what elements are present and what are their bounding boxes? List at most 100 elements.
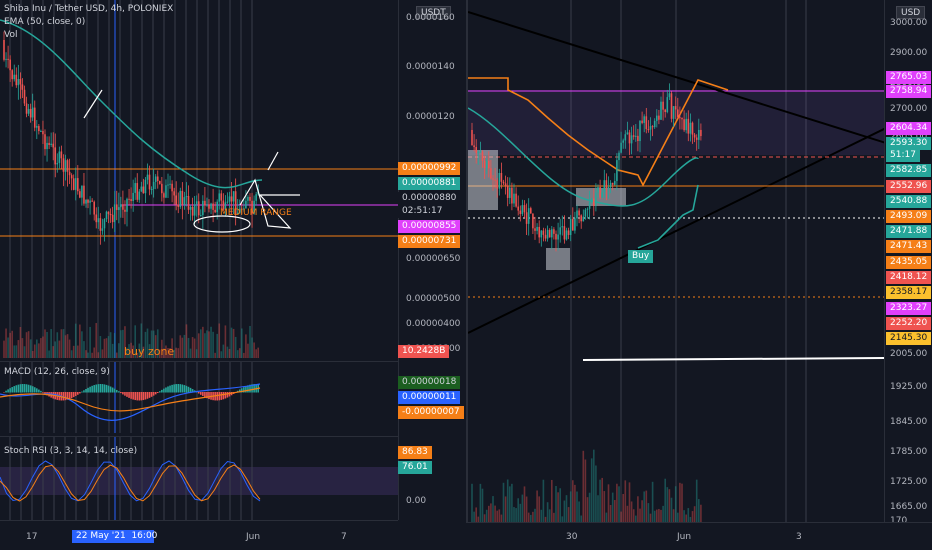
right-price-tag-15[interactable]: 2252.20 <box>886 317 932 330</box>
right-price-tick-7: 1845.00 <box>890 417 928 427</box>
volume-bar <box>36 339 38 358</box>
volume-bar <box>204 333 206 358</box>
candle-body <box>142 186 145 194</box>
ema-legend[interactable]: EMA (50, close, 0) <box>4 17 85 27</box>
macd-histogram-bar <box>9 388 11 393</box>
macd-histogram-bar <box>181 384 184 393</box>
macd-tag-2[interactable]: -0.00000007 <box>398 406 464 419</box>
macd-pane[interactable]: MACD (12, 26, close, 9) <box>0 361 398 433</box>
macd-tag-1[interactable]: 0.00000011 <box>398 391 461 404</box>
right-price-tag-5[interactable]: 2582.85 <box>886 164 932 177</box>
left-price-tag-5[interactable]: 0.00000731 <box>398 235 461 248</box>
rsi-tag-0[interactable]: 86.83 <box>398 446 432 459</box>
macd-histogram-bar <box>120 392 122 394</box>
volume-bar <box>637 496 639 522</box>
right-price-tag-10[interactable]: 2471.43 <box>886 240 932 253</box>
right-price-tag-13[interactable]: 2358.17 <box>886 286 932 299</box>
candle-body <box>578 210 580 216</box>
volume-bar <box>674 486 677 522</box>
left-price-chart[interactable] <box>0 0 398 358</box>
candle-body <box>70 175 73 179</box>
candle-body <box>483 160 486 168</box>
candle-body <box>542 230 545 235</box>
left-price-tag-1[interactable]: 0.00000881 <box>398 177 461 190</box>
left-price-tag-4[interactable]: 0.00000855 <box>398 220 461 233</box>
stoch-rsi-pane[interactable]: Stoch RSI (3, 3, 14, 14, close) <box>0 436 398 520</box>
right-price-tick-9: 1725.00 <box>890 477 928 487</box>
rsi-tag-1[interactable]: 76.01 <box>398 461 432 474</box>
stoch-rsi-legend[interactable]: Stoch RSI (3, 3, 14, 14, close) <box>4 446 137 456</box>
volume-bar <box>11 330 13 358</box>
left-time-axis[interactable] <box>0 520 398 550</box>
right-price-tag-6[interactable]: 2552.96 <box>886 180 932 193</box>
volume-bar <box>118 343 120 358</box>
macd-histogram-bar <box>15 385 18 393</box>
left-price-tag-2[interactable]: 0.00000880 <box>398 192 461 205</box>
volume-bar <box>103 338 106 358</box>
candle-body <box>645 116 648 130</box>
volume-bar <box>105 338 108 358</box>
volume-bar <box>485 509 488 522</box>
drawn-tick <box>267 151 279 171</box>
right-price-tag-9[interactable]: 2471.88 <box>886 225 932 238</box>
buy-signal-label[interactable]: Buy <box>628 250 654 263</box>
macd-tag-0[interactable]: 0.00000018 <box>398 376 461 389</box>
candle-body <box>181 190 184 205</box>
volume-bar <box>586 497 589 522</box>
candle-body <box>87 199 89 203</box>
candle-body <box>651 126 654 128</box>
volume-bar <box>540 509 543 522</box>
candle-body <box>637 135 639 142</box>
macd-histogram-bar <box>175 384 177 393</box>
candle-body <box>27 108 30 114</box>
candle-body <box>208 204 210 209</box>
right-price-tag-11[interactable]: 2435.05 <box>886 256 932 269</box>
volume-bar <box>492 496 494 522</box>
candle-body <box>511 187 513 204</box>
candle-body <box>506 185 509 198</box>
right-price-tag-1[interactable]: 2758.94 <box>886 85 932 98</box>
volume-bar <box>597 495 599 522</box>
left-time-tick-jun: Jun <box>246 532 261 542</box>
macd-histogram-bar <box>208 392 210 400</box>
candle-body <box>540 230 543 238</box>
volume-bar <box>214 352 216 358</box>
vol-legend[interactable]: Vol <box>4 30 17 40</box>
right-price-tag-2[interactable]: 2604.34 <box>886 122 932 135</box>
right-price-tag-4[interactable]: 51:17 <box>886 149 920 162</box>
drawn-scribble <box>239 178 300 229</box>
candle-body <box>206 204 208 206</box>
left-main-pane[interactable]: Shiba Inu / Tether USD, 4h, POLONIEX EMA… <box>0 0 398 358</box>
volume-bar <box>605 512 608 522</box>
right-price-tag-0[interactable]: 2765.03 <box>886 71 932 84</box>
volume-bar <box>643 491 645 522</box>
candle-body <box>232 191 235 202</box>
candle-body <box>685 118 687 131</box>
macd-histogram-bar <box>115 389 118 393</box>
candle-body <box>586 208 589 210</box>
candle-body <box>490 168 492 179</box>
macd-histogram-bar <box>140 392 143 401</box>
right-main-pane[interactable]: Buy <box>466 0 884 522</box>
volume-bar <box>224 325 227 358</box>
left-price-tag-3[interactable]: 02:51:17 <box>398 205 447 218</box>
candle-body <box>561 226 564 228</box>
macd-legend[interactable]: MACD (12, 26, close, 9) <box>4 367 110 377</box>
volume-bar <box>565 495 568 522</box>
right-price-tag-14[interactable]: 2323.27 <box>886 302 932 315</box>
right-price-tag-12[interactable]: 2418.12 <box>886 271 932 284</box>
volume-bar <box>626 505 629 522</box>
left-price-tag-0[interactable]: 0.00000992 <box>398 162 461 175</box>
right-price-tag-7[interactable]: 2540.88 <box>886 195 932 208</box>
macd-histogram-bar <box>27 384 30 393</box>
volume-bar <box>33 344 36 358</box>
left-price-tag-6[interactable]: 10.2428B <box>398 345 450 358</box>
right-price-tag-8[interactable]: 2493.09 <box>886 210 932 223</box>
candle-body <box>509 187 511 198</box>
right-price-chart[interactable] <box>468 0 884 522</box>
macd-histogram-bar <box>204 392 206 398</box>
right-time-axis[interactable] <box>466 522 932 550</box>
left-symbol-title[interactable]: Shiba Inu / Tether USD, 4h, POLONIEX <box>4 4 173 14</box>
right-price-tag-16[interactable]: 2145.30 <box>886 332 932 345</box>
candle-body <box>656 115 658 121</box>
